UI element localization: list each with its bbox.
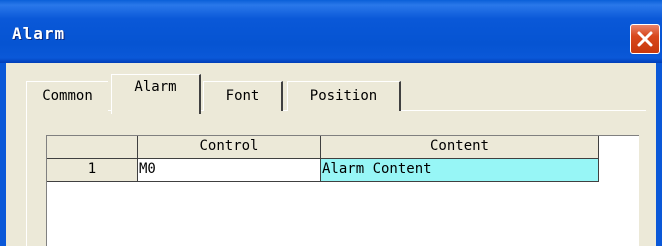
window-frame-right <box>656 63 662 246</box>
row-header[interactable]: 1 <box>47 159 138 182</box>
tab-position-label: Position <box>309 88 378 104</box>
grid-corner-header[interactable] <box>47 136 138 159</box>
tab-font[interactable]: Font <box>203 81 283 111</box>
window-title: Alarm <box>12 24 66 43</box>
tab-common-label: Common <box>42 88 93 104</box>
tab-alarm-label: Alarm <box>134 79 177 95</box>
window-titlebar[interactable]: Alarm <box>0 0 662 63</box>
tab-position[interactable]: Position <box>287 81 401 111</box>
window-frame-left <box>0 63 6 246</box>
content-cell[interactable]: Alarm Content <box>321 159 599 182</box>
control-cell[interactable]: M0 <box>138 159 321 182</box>
column-header-content[interactable]: Content <box>321 136 599 159</box>
column-header-control[interactable]: Control <box>138 136 321 159</box>
close-icon <box>637 31 653 47</box>
tab-font-label: Font <box>225 88 260 104</box>
close-button[interactable] <box>630 24 660 54</box>
tab-alarm[interactable]: Alarm <box>111 74 201 114</box>
tab-common[interactable]: Common <box>26 81 108 111</box>
